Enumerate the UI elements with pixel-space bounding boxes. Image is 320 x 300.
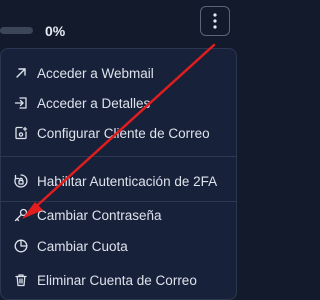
menu-item-label: Cambiar Contraseña [37,207,162,223]
enter-details-icon [14,96,28,110]
menu-item-access-details[interactable]: Acceder a Detalles [1,89,236,117]
menu-item-configure-mail-client[interactable]: Configurar Cliente de Correo [1,119,236,147]
menu-item-label: Acceder a Detalles [37,95,151,111]
menu-item-label: Habilitar Autenticación de 2FA [37,173,218,189]
key-icon [14,208,28,222]
two-factor-icon [14,174,28,188]
actions-dropdown-menu: Acceder a Webmail Acceder a Detalles Con… [0,48,237,300]
menu-item-delete-email-account[interactable]: Eliminar Cuenta de Correo [1,266,236,294]
kebab-menu-icon [213,13,217,29]
menu-divider [1,156,236,157]
menu-item-change-quota[interactable]: Cambiar Cuota [1,232,236,260]
external-link-icon [14,66,28,80]
menu-item-enable-2fa[interactable]: Habilitar Autenticación de 2FA [1,167,236,195]
menu-item-label: Acceder a Webmail [37,65,154,81]
storage-percent-label: 0% [45,23,66,39]
menu-item-access-webmail[interactable]: Acceder a Webmail [1,59,236,87]
storage-progress-bar [0,27,33,34]
menu-item-label: Eliminar Cuenta de Correo [37,272,197,288]
pie-chart-icon [14,239,28,253]
more-options-button[interactable] [200,6,230,36]
menu-item-change-password[interactable]: Cambiar Contraseña [1,201,236,229]
menu-item-label: Configurar Cliente de Correo [37,125,210,141]
menu-item-label: Cambiar Cuota [37,238,128,254]
trash-icon [14,273,28,287]
configure-client-icon [14,126,28,140]
